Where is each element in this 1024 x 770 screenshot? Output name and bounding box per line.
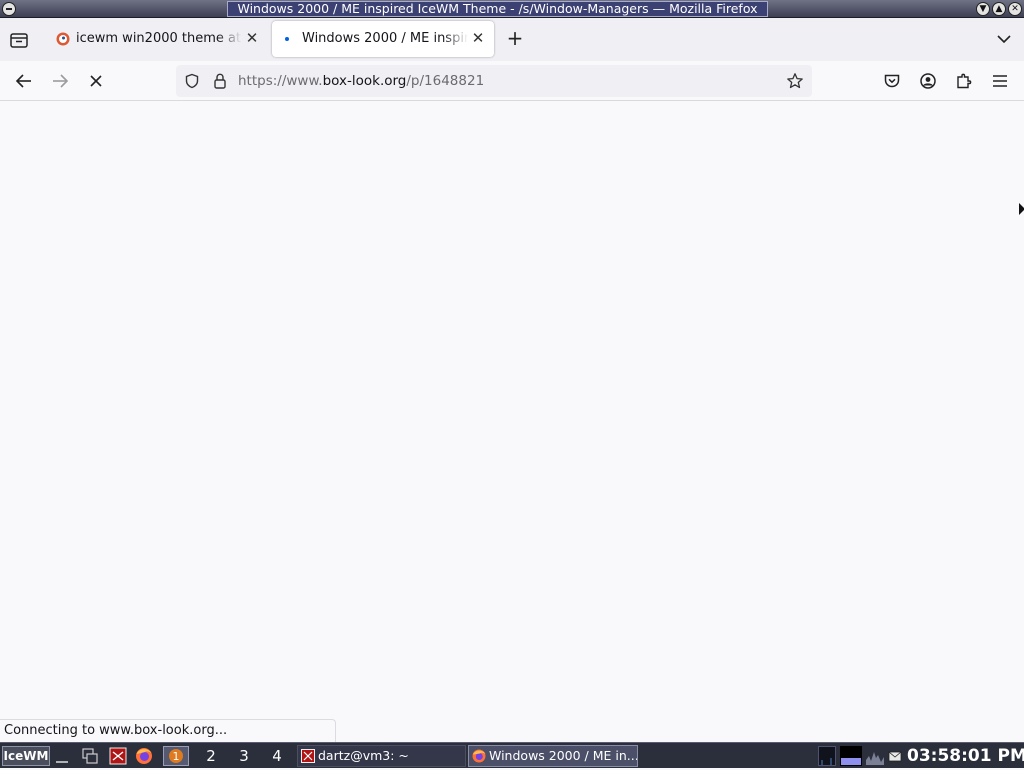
memory-monitor xyxy=(840,746,862,766)
tab-box-look[interactable]: Windows 2000 / ME inspired IceWM Theme ✕ xyxy=(272,21,494,57)
maximize-icon: ▲ xyxy=(995,4,1003,14)
url-input[interactable]: https://www.box-look.org/p/1648821 xyxy=(238,73,484,89)
workspace-4-button[interactable]: 4 xyxy=(264,746,290,766)
status-panel: Connecting to www.box-look.org... xyxy=(0,719,336,742)
firefox-icon xyxy=(472,749,486,763)
workspace-3-button[interactable]: 3 xyxy=(231,746,257,766)
cpu-monitor-icon xyxy=(818,746,836,766)
memory-monitor-icon xyxy=(840,746,862,766)
task-terminal[interactable]: dartz@vm3: ~ xyxy=(297,745,466,767)
bookmark-star-icon[interactable] xyxy=(786,72,804,90)
minimize-button[interactable]: ▼ xyxy=(976,2,990,16)
workspace-1-button[interactable]: 1 xyxy=(163,746,189,766)
terminal-icon xyxy=(301,749,315,763)
arrow-right-icon xyxy=(53,74,69,88)
app-menu-button[interactable] xyxy=(986,67,1014,95)
account-button[interactable] xyxy=(914,67,942,95)
forward-button[interactable] xyxy=(46,67,74,95)
window-titlebar[interactable]: Windows 2000 / ME inspired IceWM Theme -… xyxy=(0,0,1024,18)
puzzle-icon xyxy=(957,73,972,89)
plus-icon: + xyxy=(506,26,524,50)
page-content[interactable] xyxy=(0,102,1024,742)
lock-icon[interactable] xyxy=(212,72,228,90)
terminal-icon xyxy=(109,747,127,765)
workspace-2-button[interactable]: 2 xyxy=(198,746,224,766)
chevron-down-icon xyxy=(997,35,1011,44)
firefox-icon xyxy=(136,748,152,764)
close-icon: ✕ xyxy=(1011,4,1019,14)
minimize-icon: ▼ xyxy=(979,4,987,14)
firefox-view-icon xyxy=(10,33,28,48)
task-firefox[interactable]: Windows 2000 / ME in... xyxy=(468,745,638,767)
workspace-1-icon: 1 xyxy=(169,749,183,763)
window-list-button[interactable] xyxy=(79,746,101,766)
firefox-view-button[interactable] xyxy=(8,29,30,51)
window-title: Windows 2000 / ME inspired IceWM Theme -… xyxy=(227,1,768,17)
tab-duckduckgo[interactable]: icewm win2000 theme at DuckDuckGo ✕ xyxy=(46,21,268,57)
show-desktop-button[interactable] xyxy=(51,746,73,766)
hamburger-menu-icon xyxy=(993,75,1007,87)
loading-dot-icon xyxy=(285,37,289,41)
tab-strip: icewm win2000 theme at DuckDuckGo ✕ Wind… xyxy=(0,18,1024,61)
new-tab-button[interactable]: + xyxy=(503,27,527,51)
clock[interactable]: 03:58:01 PM xyxy=(907,744,1024,768)
tab-label: icewm win2000 theme at DuckDuckGo xyxy=(76,31,242,46)
task-label: dartz@vm3: ~ xyxy=(318,748,409,763)
start-menu-button[interactable]: IceWM xyxy=(2,746,50,766)
stop-icon xyxy=(90,75,102,87)
close-window-button[interactable]: ✕ xyxy=(1008,2,1022,16)
mouse-cursor-icon xyxy=(1019,203,1024,215)
url-prefix: https://www. xyxy=(238,73,323,89)
pocket-button[interactable] xyxy=(878,67,906,95)
show-desktop-icon xyxy=(56,761,68,763)
tracking-protection-shield-icon[interactable] xyxy=(184,73,200,89)
close-tab-icon[interactable]: ✕ xyxy=(244,30,260,46)
mail-icon xyxy=(888,751,902,762)
arrow-left-icon xyxy=(15,74,31,88)
url-bar[interactable]: https://www.box-look.org/p/1648821 xyxy=(176,65,812,97)
taskbar: IceWM 1 2 3 4 dartz@vm3: ~ Windows 2000 … xyxy=(0,742,1024,768)
url-path: /p/1648821 xyxy=(406,73,485,89)
back-button[interactable] xyxy=(10,67,38,95)
stop-button[interactable] xyxy=(82,67,110,95)
list-all-tabs-button[interactable] xyxy=(994,29,1014,49)
workspace-1-number: 1 xyxy=(173,750,180,763)
launch-firefox-button[interactable] xyxy=(133,746,155,766)
extensions-button[interactable] xyxy=(950,67,978,95)
window-menu-icon[interactable] xyxy=(2,2,16,16)
account-icon xyxy=(920,73,936,89)
window-list-icon xyxy=(82,748,98,764)
launch-terminal-button[interactable] xyxy=(107,746,129,766)
tab-label: Windows 2000 / ME inspired IceWM Theme xyxy=(302,31,468,46)
duckduckgo-icon xyxy=(56,32,70,46)
url-host: box-look.org xyxy=(322,73,407,89)
maximize-button[interactable]: ▲ xyxy=(992,2,1006,16)
mail-button[interactable] xyxy=(887,746,903,766)
task-label: Windows 2000 / ME in... xyxy=(489,748,638,763)
pocket-icon xyxy=(884,74,900,88)
navigation-toolbar: https://www.box-look.org/p/1648821 xyxy=(0,61,1024,101)
cpu-monitor xyxy=(818,746,836,766)
close-tab-icon[interactable]: ✕ xyxy=(470,30,486,46)
network-monitor-icon xyxy=(865,746,885,766)
network-monitor xyxy=(865,746,885,766)
